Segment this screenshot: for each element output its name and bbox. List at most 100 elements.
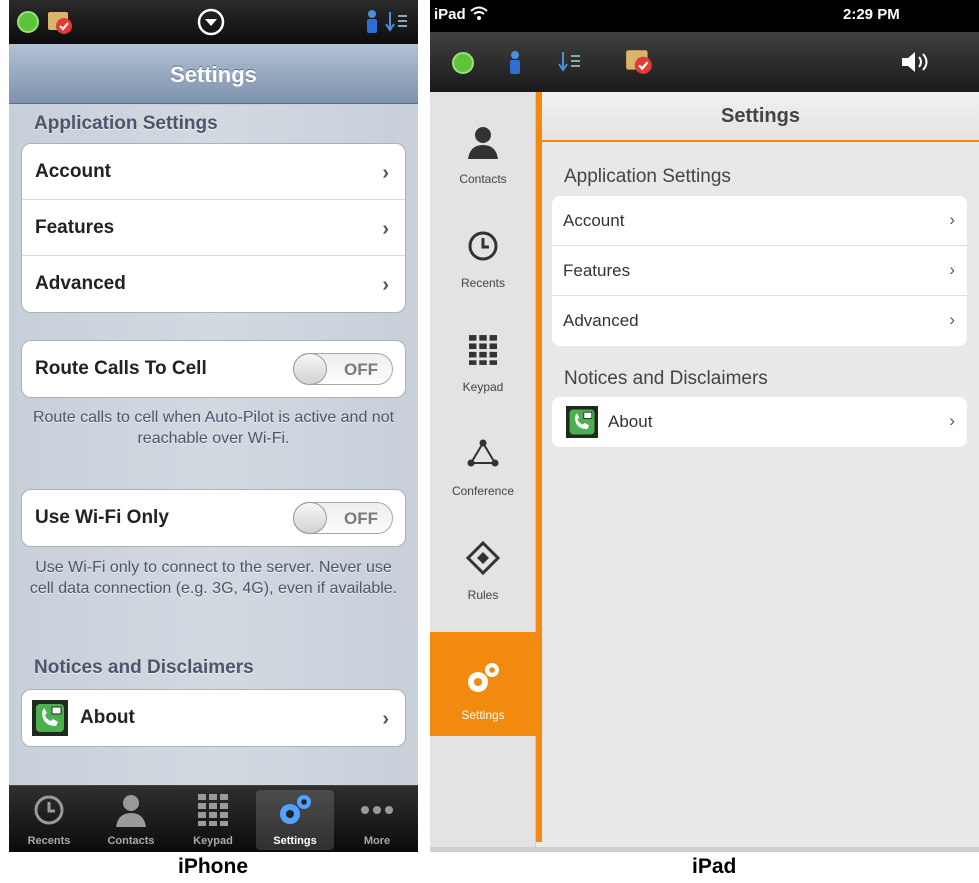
tab-more[interactable]: More xyxy=(338,790,416,850)
ipad-screen: iPad 2:29 PM Contacts Recents Keypad Con… xyxy=(430,0,979,852)
row-label: Advanced xyxy=(563,311,639,330)
wifi-only-group: Use Wi-Fi Only OFF xyxy=(21,489,406,547)
route-calls-note: Route calls to cell when Auto-Pilot is a… xyxy=(32,409,395,447)
keypad-icon xyxy=(430,330,536,370)
contact-status-icon[interactable] xyxy=(365,9,379,35)
ipad-bottom-edge xyxy=(430,847,979,852)
gears-icon xyxy=(430,658,536,698)
row-label: About xyxy=(608,412,653,431)
application-settings-group: Account › Features › Advanced › xyxy=(552,196,967,346)
chevron-right-icon: › xyxy=(949,260,955,279)
features-row[interactable]: Features › xyxy=(22,200,405,256)
toggle-knob xyxy=(293,353,327,385)
wifi-only-row: Use Wi-Fi Only OFF xyxy=(22,490,405,546)
status-online-icon xyxy=(17,11,39,33)
about-row[interactable]: About › xyxy=(552,397,967,447)
row-label: About xyxy=(80,707,135,728)
row-label: Features xyxy=(35,216,115,238)
tab-label: Contacts xyxy=(107,835,155,847)
tab-label: More xyxy=(363,835,391,847)
about-row[interactable]: About › xyxy=(22,690,405,746)
section-header-application: Application Settings xyxy=(34,113,218,134)
conference-icon xyxy=(430,434,536,474)
iphone-settings-list: Application Settings Account › Features … xyxy=(9,105,418,785)
wifi-icon xyxy=(470,6,488,24)
status-online-icon xyxy=(452,52,474,74)
account-row[interactable]: Account › xyxy=(552,196,967,246)
chevron-right-icon: › xyxy=(382,218,389,240)
advanced-row[interactable]: Advanced › xyxy=(22,256,405,312)
row-label: Account xyxy=(35,160,111,182)
sidebar-item-label: Settings xyxy=(461,708,505,722)
notices-group: About › xyxy=(21,689,406,747)
dropdown-circle-icon[interactable] xyxy=(197,8,225,36)
sort-list-icon[interactable] xyxy=(558,50,582,79)
section-header-notices: Notices and Disclaimers xyxy=(34,657,254,678)
ipad-settings-list: Application Settings Account › Features … xyxy=(542,144,979,844)
iphone-tab-bar: Recents Contacts Keypad Settings More xyxy=(9,785,418,852)
sidebar-item-recents[interactable]: Recents xyxy=(430,200,536,304)
iphone-nav-bar: Settings xyxy=(9,44,418,104)
ipad-caption: iPad xyxy=(692,855,737,879)
tab-label: Keypad xyxy=(193,835,233,847)
sidebar-item-keypad[interactable]: Keypad xyxy=(430,304,536,408)
keypad-icon xyxy=(174,792,252,828)
tab-label: Recents xyxy=(27,835,71,847)
toggle-state: OFF xyxy=(344,509,378,528)
sidebar-item-label: Rules xyxy=(467,588,499,602)
sidebar-item-settings[interactable]: Settings xyxy=(430,632,536,736)
row-label: Route Calls To Cell xyxy=(35,358,207,379)
features-row[interactable]: Features › xyxy=(552,246,967,296)
tab-recents[interactable]: Recents xyxy=(10,790,88,850)
route-calls-group: Route Calls To Cell OFF xyxy=(21,340,406,398)
page-title: Settings xyxy=(721,105,800,127)
device-name: iPad xyxy=(434,6,466,23)
contact-status-icon[interactable] xyxy=(508,50,522,81)
sidebar-item-rules[interactable]: Rules xyxy=(430,512,536,616)
page-title: Settings xyxy=(170,62,257,87)
ipad-sidebar: Contacts Recents Keypad Conference Rules… xyxy=(430,92,536,847)
sidebar-item-label: Contacts xyxy=(459,172,507,186)
person-icon xyxy=(430,122,536,162)
sidebar-item-conference[interactable]: Conference xyxy=(430,408,536,512)
account-row[interactable]: Account › xyxy=(22,144,405,200)
ipad-status-bar: iPad 2:29 PM xyxy=(430,0,979,32)
row-label: Advanced xyxy=(35,273,126,294)
chevron-right-icon: › xyxy=(949,411,955,430)
route-calls-toggle[interactable]: OFF xyxy=(293,353,393,385)
speaker-icon[interactable] xyxy=(900,50,930,79)
wifi-only-note: Use Wi-Fi only to connect to the server.… xyxy=(29,559,398,597)
clock-time: 2:29 PM xyxy=(843,6,900,23)
sidebar-item-label: Conference xyxy=(451,484,515,498)
chevron-right-icon: › xyxy=(382,162,389,184)
toggle-state: OFF xyxy=(344,360,378,379)
tab-settings[interactable]: Settings xyxy=(256,790,334,850)
notices-group: About › xyxy=(552,397,967,447)
chevron-right-icon: › xyxy=(949,310,955,329)
iphone-caption: iPhone xyxy=(178,855,249,879)
toggle-knob xyxy=(293,502,327,534)
tab-label: Settings xyxy=(273,835,317,847)
iphone-status-bar xyxy=(9,0,418,44)
tab-contacts[interactable]: Contacts xyxy=(92,790,170,850)
row-label: Features xyxy=(563,260,631,280)
route-calls-row: Route Calls To Cell OFF xyxy=(22,341,405,397)
ipad-header: Settings xyxy=(542,92,979,142)
wifi-only-toggle[interactable]: OFF xyxy=(293,502,393,534)
voicemail-badge-icon[interactable] xyxy=(46,8,74,36)
person-icon xyxy=(92,792,170,828)
chevron-right-icon: › xyxy=(382,708,389,730)
row-label: Account xyxy=(563,210,625,230)
sidebar-item-label: Recents xyxy=(460,276,506,290)
sidebar-item-contacts[interactable]: Contacts xyxy=(430,96,536,200)
voicemail-badge-icon[interactable] xyxy=(624,46,654,81)
sort-list-icon[interactable] xyxy=(385,10,409,34)
tab-keypad[interactable]: Keypad xyxy=(174,790,252,850)
rules-icon xyxy=(430,538,536,578)
advanced-row[interactable]: Advanced › xyxy=(552,296,967,346)
row-label: Use Wi-Fi Only xyxy=(35,507,169,528)
ipad-toolbar xyxy=(430,32,979,92)
clock-icon xyxy=(10,792,88,828)
chevron-right-icon: › xyxy=(949,210,955,229)
application-settings-group: Account › Features › Advanced › xyxy=(21,143,406,313)
